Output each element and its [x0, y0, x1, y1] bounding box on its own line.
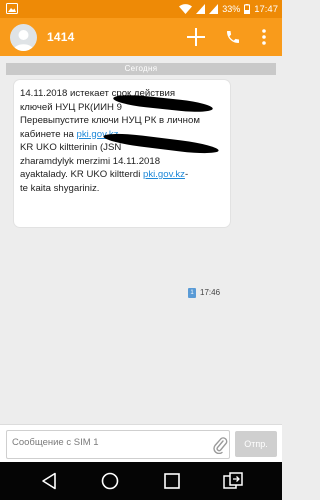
contact-avatar[interactable]: [10, 24, 37, 51]
sim-badge: 1: [188, 288, 196, 298]
phone-icon: [227, 31, 239, 43]
dual-window-button[interactable]: [222, 471, 244, 491]
wifi-icon: [179, 4, 193, 14]
recents-button[interactable]: [161, 471, 183, 491]
message-field-box: [6, 430, 230, 459]
status-time: 17:47: [254, 3, 278, 15]
dual-window-icon: [223, 472, 243, 489]
contact-name: 1414: [47, 30, 75, 44]
composer-bar: Отпр.: [0, 424, 282, 463]
signal-icon: [209, 4, 219, 14]
message-line: te kaita shygariniz.: [20, 182, 100, 194]
back-button[interactable]: [38, 471, 60, 491]
message-line: KR UKO kiltterinin (JSN: [20, 142, 122, 153]
message-line: Перевыпустите ключи НУЦ РК в личном: [20, 115, 200, 126]
message-input[interactable]: [12, 437, 202, 448]
person-icon: [13, 30, 34, 51]
message-link[interactable]: pki.gov.kz: [143, 169, 185, 180]
message-line: -: [184, 169, 189, 180]
paperclip-icon: [213, 437, 228, 455]
battery-icon: [244, 4, 251, 14]
navigation-bar: [0, 462, 282, 500]
message-line: zharamdylyk merzimi 14.11.2018: [20, 155, 161, 167]
add-button[interactable]: [185, 26, 207, 48]
app-bar: 1414: [0, 18, 282, 56]
call-button[interactable]: [222, 26, 244, 48]
home-circle-icon: [101, 472, 119, 490]
date-separator: Сегодня: [6, 63, 276, 75]
more-options-button[interactable]: [253, 26, 275, 48]
attach-button[interactable]: [212, 436, 228, 455]
send-button[interactable]: Отпр.: [235, 431, 277, 457]
message-line: кабинете на: [20, 128, 77, 140]
battery-percent: 33%: [222, 4, 241, 14]
message-bubble[interactable]: 14.11.2018 истекает срок действия ключей…: [14, 80, 230, 298]
recents-square-icon: [164, 473, 180, 489]
more-vert-icon: [262, 29, 266, 45]
message-line: ayaktalady. KR UKO kiltterdi: [20, 169, 143, 180]
home-button[interactable]: [99, 471, 121, 491]
status-bar: 33% 17:47: [0, 0, 282, 18]
plus-icon: [187, 28, 205, 46]
message-time: 17:46: [200, 288, 221, 297]
gallery-notification-icon: [6, 3, 18, 14]
message-line: ключей НУЦ РК(ИИН 9: [20, 101, 122, 113]
sim-signal-icon: [196, 4, 206, 14]
back-triangle-icon: [42, 472, 56, 490]
